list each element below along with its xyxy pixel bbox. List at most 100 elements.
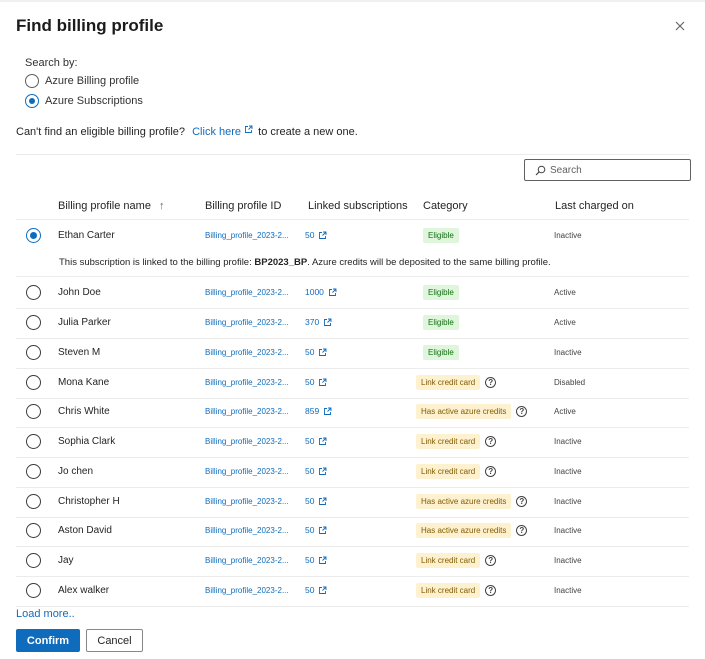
row-radio-button[interactable] [26, 494, 41, 509]
category-cell: Link credit card? [416, 375, 497, 390]
help-icon[interactable]: ? [516, 525, 528, 536]
row-radio-button[interactable] [26, 404, 41, 419]
table-row[interactable]: Steven M Billing_profile_2023-2... 50 Eligi… [16, 338, 689, 368]
close-icon[interactable] [673, 19, 687, 33]
linked-subscriptions-link[interactable]: 50 [305, 230, 327, 240]
cancel-button[interactable]: Cancel [86, 629, 143, 652]
table-row[interactable]: Ethan Carter Billing_profile_2023-2... 50 E… [16, 221, 689, 251]
linked-subscriptions-link[interactable]: 50 [305, 555, 327, 565]
billing-profile-id-link[interactable]: Billing_profile_2023-2... [205, 586, 289, 595]
help-icon[interactable]: ? [485, 585, 497, 596]
linked-subscriptions-link[interactable]: 50 [305, 436, 327, 446]
category-badge: Link credit card [416, 553, 481, 568]
billing-profile-id-link[interactable]: Billing_profile_2023-2... [205, 437, 289, 446]
billing-profile-name: Aston David [58, 525, 112, 536]
linked-subscriptions-link[interactable]: 1000 [305, 287, 337, 297]
row-radio-button[interactable] [26, 583, 41, 598]
row-radio-button[interactable] [26, 375, 41, 390]
radio-button[interactable] [25, 74, 39, 88]
category-badge: Link credit card [416, 464, 481, 479]
billing-profile-name: Mona Kane [58, 377, 110, 388]
external-link-icon [319, 437, 327, 445]
category-badge: Eligible [423, 345, 459, 360]
linked-subscriptions-link[interactable]: 50 [305, 377, 327, 387]
billing-profile-id-link[interactable]: Billing_profile_2023-2... [205, 378, 289, 387]
table-row[interactable]: Chris White Billing_profile_2023-2... 859 H… [16, 397, 689, 427]
help-icon[interactable]: ? [485, 466, 497, 477]
row-radio-button[interactable] [26, 285, 41, 300]
billing-profile-name: Ethan Carter [58, 230, 115, 241]
load-more-link[interactable]: Load more.. [16, 608, 75, 620]
linked-subscriptions-link[interactable]: 50 [305, 496, 327, 506]
category-cell: Eligible [423, 285, 459, 300]
row-radio-button[interactable] [26, 315, 41, 330]
linked-subscriptions-link[interactable]: 50 [305, 466, 327, 476]
search-by-label: Search by: [25, 57, 78, 69]
category-badge: Has active azure credits [416, 523, 512, 538]
column-header-linked-subscriptions[interactable]: Linked subscriptions [308, 200, 408, 212]
billing-profile-id-link[interactable]: Billing_profile_2023-2... [205, 497, 289, 506]
linked-subscriptions-link[interactable]: 50 [305, 347, 327, 357]
billing-profile-id-link[interactable]: Billing_profile_2023-2... [205, 288, 289, 297]
billing-profile-id-link[interactable]: Billing_profile_2023-2... [205, 318, 289, 327]
billing-profile-name: Julia Parker [58, 317, 111, 328]
linked-subscriptions-link[interactable]: 50 [305, 585, 327, 595]
column-header-last-charged-on[interactable]: Last charged on [555, 200, 634, 212]
table-row[interactable]: Jo chen Billing_profile_2023-2... 50 Link c… [16, 457, 689, 487]
table-row[interactable]: Christopher H Billing_profile_2023-2... 50… [16, 487, 689, 517]
column-header-billing-profile-id[interactable]: Billing profile ID [205, 200, 281, 212]
selected-info-message: This subscription is linked to the billi… [59, 257, 551, 268]
last-charged-status: Active [554, 288, 576, 297]
billing-profile-id-link[interactable]: Billing_profile_2023-2... [205, 526, 289, 535]
table-row[interactable]: Aston David Billing_profile_2023-2... 50 Ha… [16, 516, 689, 546]
column-header-category[interactable]: Category [423, 200, 468, 212]
table-row[interactable]: Alex walker Billing_profile_2023-2... 50 Li… [16, 576, 689, 606]
linked-subscriptions-link[interactable]: 370 [305, 317, 332, 327]
radio-label: Azure Subscriptions [45, 95, 143, 107]
row-radio-button[interactable] [26, 464, 41, 479]
column-header-billing-profile-name[interactable]: Billing profile name ↑ [58, 200, 164, 212]
table-row[interactable]: Jay Billing_profile_2023-2... 50 Link credi… [16, 546, 689, 576]
billing-profile-id-link[interactable]: Billing_profile_2023-2... [205, 231, 289, 240]
help-icon[interactable]: ? [485, 377, 497, 388]
row-radio-button[interactable] [26, 345, 41, 360]
table-row[interactable]: John Doe Billing_profile_2023-2... 1000 Eli… [16, 278, 689, 308]
table-row[interactable]: Mona Kane Billing_profile_2023-2... 50 Link… [16, 368, 689, 398]
linked-subscriptions-link[interactable]: 50 [305, 525, 327, 535]
radio-button[interactable] [25, 94, 39, 108]
row-radio-button[interactable] [26, 434, 41, 449]
last-charged-status: Inactive [554, 556, 582, 565]
external-link-icon [319, 556, 327, 564]
row-divider [16, 276, 689, 277]
billing-profile-id-link[interactable]: Billing_profile_2023-2... [205, 556, 289, 565]
billing-profile-name: Jo chen [58, 466, 94, 477]
external-link-icon [319, 467, 327, 475]
external-link-icon [319, 497, 327, 505]
category-badge: Eligible [423, 228, 459, 243]
help-icon[interactable]: ? [485, 555, 497, 566]
search-input[interactable]: Search [524, 159, 691, 181]
help-icon[interactable]: ? [485, 436, 497, 447]
table-row[interactable]: Sophia Clark Billing_profile_2023-2... 50 L… [16, 427, 689, 457]
help-icon[interactable]: ? [516, 406, 528, 417]
billing-profile-id-link[interactable]: Billing_profile_2023-2... [205, 348, 289, 357]
row-radio-button[interactable] [26, 523, 41, 538]
radio-azure-subscriptions[interactable]: Azure Subscriptions [25, 94, 143, 108]
billing-profile-name: Chris White [58, 406, 110, 417]
confirm-button[interactable]: Confirm [16, 629, 80, 652]
row-radio-button[interactable] [26, 553, 41, 568]
last-charged-status: Inactive [554, 586, 582, 595]
help-icon[interactable]: ? [516, 496, 528, 507]
linked-subscriptions-link[interactable]: 859 [305, 406, 332, 416]
billing-profile-code: BP2023_BP [254, 257, 308, 268]
billing-profile-id-link[interactable]: Billing_profile_2023-2... [205, 407, 289, 416]
billing-profile-id-link[interactable]: Billing_profile_2023-2... [205, 467, 289, 476]
category-badge: Eligible [423, 285, 459, 300]
last-charged-status: Active [554, 318, 576, 327]
click-here-link[interactable]: Click here [192, 125, 256, 138]
row-radio-button[interactable] [26, 228, 41, 243]
table-row[interactable]: Julia Parker Billing_profile_2023-2... 370… [16, 308, 689, 338]
radio-azure-billing-profile[interactable]: Azure Billing profile [25, 74, 139, 88]
last-charged-status: Disabled [554, 378, 586, 387]
top-border [0, 0, 705, 2]
